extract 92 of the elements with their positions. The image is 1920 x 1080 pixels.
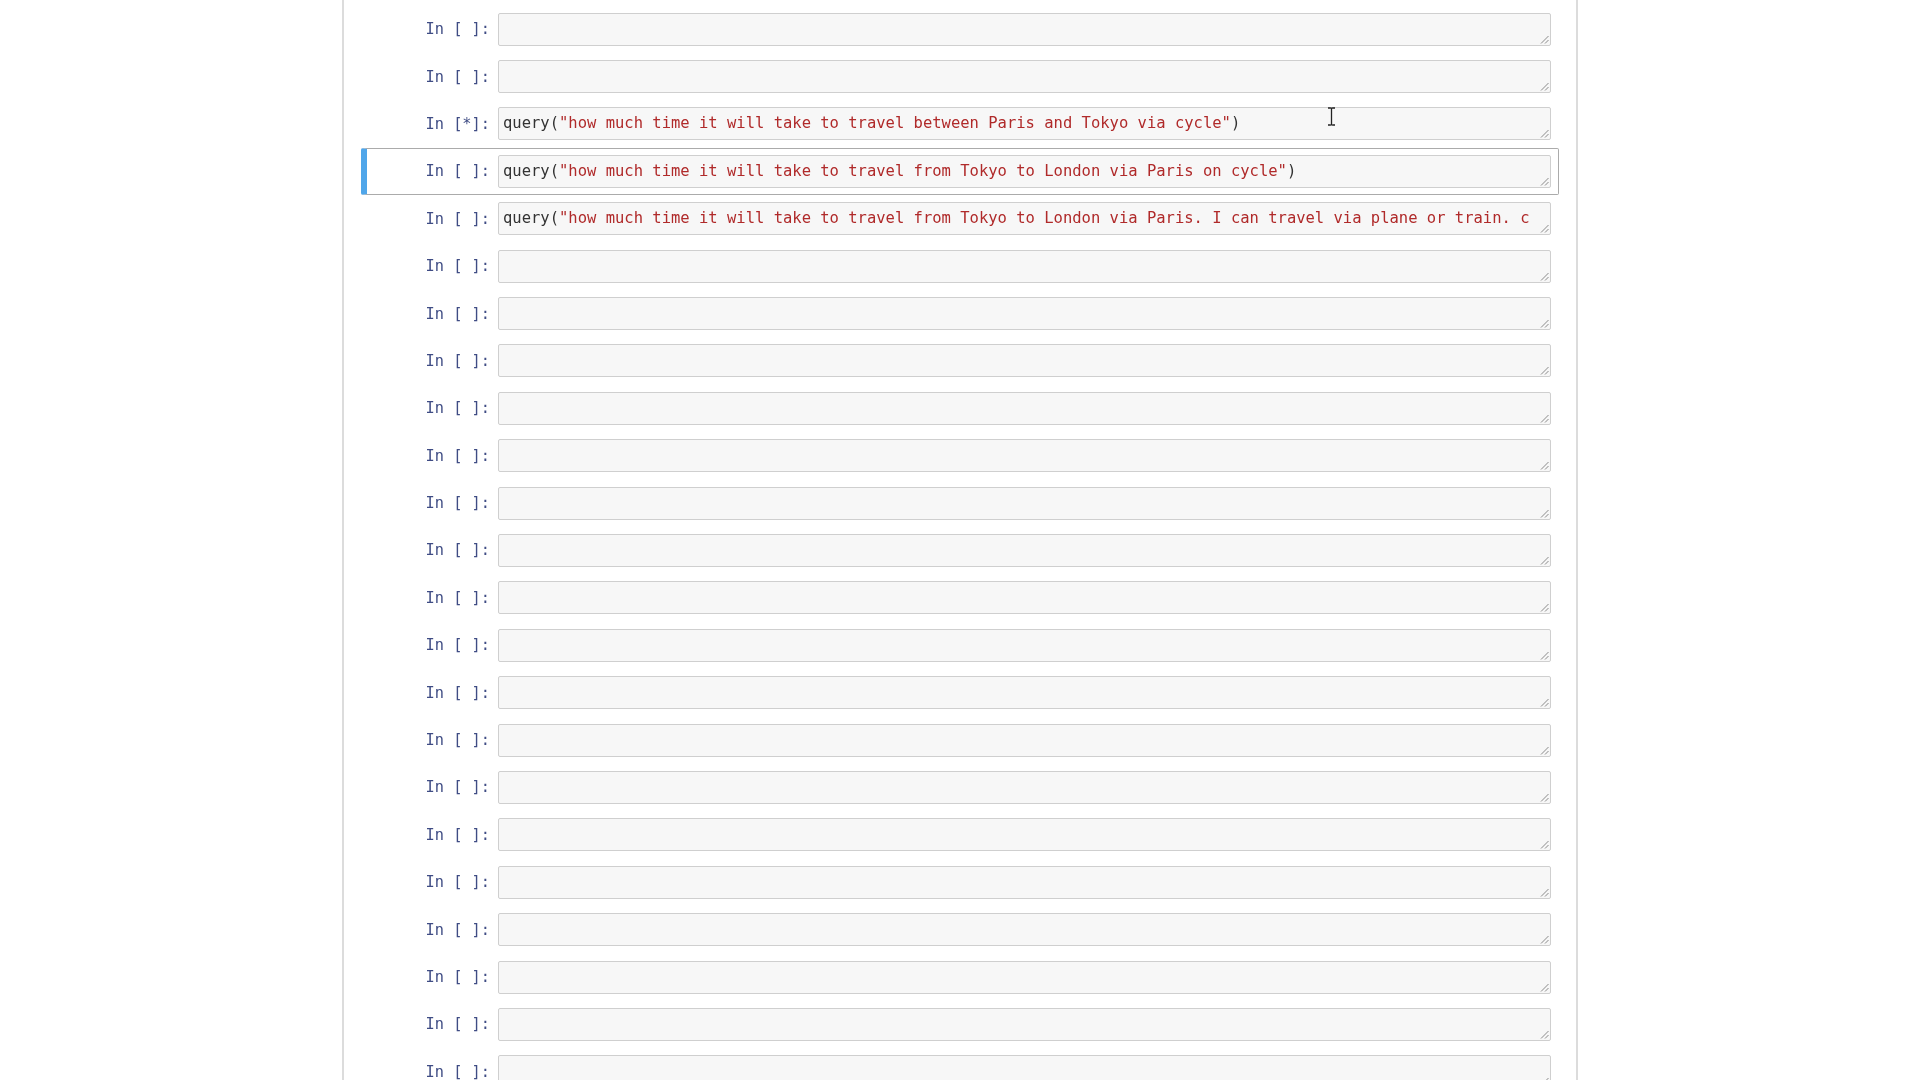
- code-input[interactable]: [498, 581, 1551, 615]
- code-input[interactable]: [498, 1055, 1551, 1080]
- input-prompt: In [ ]:: [424, 873, 490, 892]
- resize-grip-icon[interactable]: [1540, 1029, 1549, 1039]
- input-prompt: In [ ]:: [424, 825, 490, 844]
- code-cell[interactable]: In [ ]:: [361, 432, 1559, 480]
- code-cell[interactable]: In [ ]:: [361, 289, 1559, 338]
- input-prompt: In [ ]:: [424, 778, 490, 797]
- code-cell[interactable]: In [ ]:: [361, 52, 1559, 101]
- code-cell[interactable]: In [ ]:: [361, 763, 1559, 812]
- code-input[interactable]: [498, 913, 1551, 947]
- input-prompt: In [ ]:: [424, 304, 490, 323]
- code-cell[interactable]: In [ ]:: [361, 5, 1559, 53]
- input-prompt: In [ ]:: [424, 1015, 490, 1034]
- code-cell[interactable]: In [ ]:: [361, 1048, 1559, 1080]
- code-input[interactable]: [498, 960, 1551, 994]
- resize-grip-icon[interactable]: [1540, 319, 1549, 329]
- input-prompt: In [*]:: [424, 114, 490, 133]
- resize-grip-icon[interactable]: [1540, 34, 1549, 44]
- resize-grip-icon[interactable]: [1540, 508, 1549, 518]
- code-cell[interactable]: In [ ]:: [361, 242, 1559, 290]
- input-prompt: In [ ]:: [424, 20, 490, 39]
- code-input[interactable]: [498, 865, 1551, 899]
- code-input[interactable]: [498, 628, 1551, 662]
- code-input[interactable]: [498, 818, 1551, 852]
- code-input[interactable]: query("how much time it will take to travel between Paris and Tokyo via cycle"): [498, 107, 1551, 141]
- code-cell[interactable]: In [ ]:: [361, 479, 1559, 527]
- code-input[interactable]: [498, 676, 1551, 710]
- code-cell[interactable]: In [*]: query("how much time it will take to travel between Paris and Tokyo via cycle"): [361, 100, 1559, 148]
- code-input[interactable]: [498, 770, 1551, 804]
- input-prompt: In [ ]:: [424, 731, 490, 750]
- input-prompt: In [ ]:: [424, 351, 490, 370]
- code-input[interactable]: [498, 249, 1551, 283]
- input-prompt: In [ ]:: [424, 67, 490, 86]
- code-input[interactable]: [498, 723, 1551, 757]
- code-input[interactable]: query("how much time it will take to travel from Tokyo to London via Paris. I can travel via plane or train. c: [498, 202, 1551, 236]
- code-cell[interactable]: In [ ]:: [361, 526, 1559, 575]
- code-cell[interactable]: In [ ]:: [361, 574, 1559, 622]
- resize-grip-icon[interactable]: [1540, 840, 1549, 850]
- input-prompt: In [ ]:: [424, 446, 490, 465]
- input-prompt: In [ ]:: [424, 920, 490, 939]
- input-prompt: In [ ]:: [424, 257, 490, 276]
- code-cell[interactable]: In [ ]:: [361, 668, 1559, 717]
- code-cell[interactable]: In [ ]:: [361, 905, 1559, 954]
- code-cell[interactable]: In [ ]:: [361, 953, 1559, 1001]
- resize-grip-icon[interactable]: [1540, 982, 1549, 992]
- resize-grip-icon[interactable]: [1540, 271, 1549, 281]
- input-prompt: In [ ]:: [424, 588, 490, 607]
- input-prompt: In [ ]:: [424, 1062, 490, 1080]
- input-prompt: In [ ]:: [424, 494, 490, 513]
- input-prompt: In [ ]:: [424, 541, 490, 560]
- resize-grip-icon[interactable]: [1540, 887, 1549, 897]
- input-prompt: In [ ]:: [424, 683, 490, 702]
- code-input[interactable]: [498, 344, 1551, 378]
- input-prompt: In [ ]:: [424, 209, 490, 228]
- resize-grip-icon[interactable]: [1540, 603, 1549, 613]
- resize-grip-icon[interactable]: [1540, 413, 1549, 423]
- code-input[interactable]: [498, 534, 1551, 567]
- code-input[interactable]: [498, 1007, 1551, 1041]
- resize-grip-icon[interactable]: [1540, 129, 1549, 139]
- code-cell[interactable]: In [ ]: query("how much time it will take to travel from Tokyo to London via Paris on cycle"): [361, 147, 1559, 196]
- code-cell[interactable]: In [ ]: query("how much time it will take to travel from Tokyo to London via Paris. I can travel via plane or train. c: [361, 195, 1559, 243]
- code-cell[interactable]: In [ ]:: [361, 384, 1559, 432]
- resize-grip-icon[interactable]: [1540, 82, 1549, 92]
- resize-grip-icon[interactable]: [1540, 698, 1549, 708]
- code-cell[interactable]: In [ ]:: [361, 1000, 1559, 1049]
- input-prompt: In [ ]:: [424, 399, 490, 418]
- text-cursor-icon: [1327, 107, 1336, 126]
- input-prompt: In [ ]:: [424, 968, 490, 986]
- code-cell[interactable]: In [ ]:: [361, 716, 1559, 764]
- resize-grip-icon[interactable]: [1540, 556, 1549, 565]
- resize-grip-icon[interactable]: [1540, 745, 1549, 755]
- code-cell[interactable]: In [ ]:: [361, 811, 1559, 859]
- code-input[interactable]: [498, 60, 1551, 94]
- resize-grip-icon[interactable]: [1540, 461, 1549, 471]
- code-input[interactable]: [498, 486, 1551, 520]
- code-input[interactable]: query("how much time it will take to travel from Tokyo to London via Paris on cycle"): [498, 154, 1551, 188]
- code-input[interactable]: [498, 12, 1551, 46]
- resize-grip-icon[interactable]: [1540, 366, 1549, 376]
- code-cell[interactable]: In [ ]:: [361, 337, 1559, 385]
- input-prompt: In [ ]:: [424, 636, 490, 655]
- code-input[interactable]: [498, 297, 1551, 331]
- code-cell[interactable]: In [ ]:: [361, 858, 1559, 906]
- resize-grip-icon[interactable]: [1540, 792, 1549, 802]
- code-cell[interactable]: In [ ]:: [361, 621, 1559, 669]
- code-input[interactable]: [498, 391, 1551, 425]
- resize-grip-icon[interactable]: [1540, 224, 1549, 234]
- resize-grip-icon[interactable]: [1540, 176, 1549, 186]
- code-input[interactable]: [498, 439, 1551, 473]
- resize-grip-icon[interactable]: [1540, 650, 1549, 660]
- input-prompt: In [ ]:: [424, 162, 490, 181]
- resize-grip-icon[interactable]: [1540, 935, 1549, 945]
